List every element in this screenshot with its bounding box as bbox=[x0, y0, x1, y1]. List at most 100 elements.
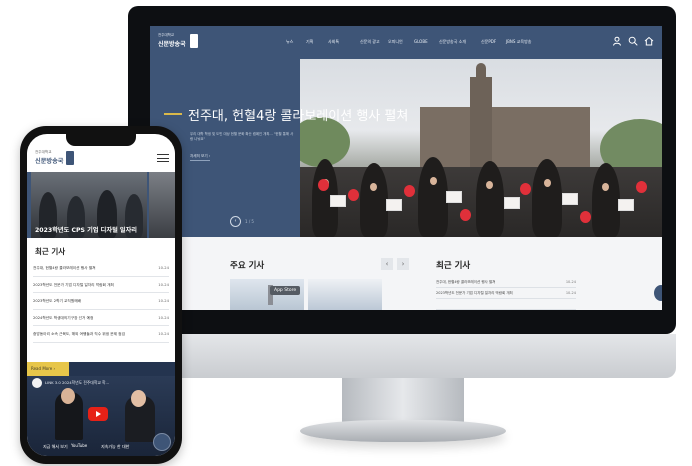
desktop-nav: 뉴스 기획 사회톡 신문의 광고 오피니언 GLOBE 신문방송국 소개 신문P… bbox=[286, 39, 544, 45]
banner-dark-strip bbox=[69, 362, 175, 376]
church-spire bbox=[476, 63, 486, 81]
user-icon[interactable] bbox=[612, 36, 622, 46]
video-caption: 지속가능 한 대한 bbox=[101, 444, 130, 449]
articles-section: 주요 기사 ‹ › App Store 최근 기사 전주대, 헌혈4랑 콜라보레… bbox=[150, 237, 662, 310]
list-item[interactable]: 전주대, 헌혈4랑 콜라보레이션 행사 펼쳐 10-24 bbox=[33, 260, 169, 277]
nav-item-about[interactable]: 신문방송국 소개 bbox=[439, 39, 481, 45]
church-building bbox=[420, 107, 590, 169]
main-articles-next-button[interactable]: › bbox=[397, 258, 409, 270]
article-title: 중앙동아리 소속 근육도, 해외 여행들과 직수 위생 문제 점검 bbox=[33, 332, 125, 336]
hero-accent-bar bbox=[164, 113, 182, 115]
person-shape bbox=[418, 157, 448, 237]
article-title: 2023학년도 전문가 기업 디자털 일자리 박람회 개최 bbox=[33, 282, 114, 287]
person-shape bbox=[360, 163, 388, 237]
watch-on-link[interactable]: 지금 해서 보기 bbox=[43, 444, 68, 450]
video-title: LINK 3.0 2024학년도 전주대학교 학... bbox=[45, 380, 110, 385]
read-more-label: Read More › bbox=[31, 366, 56, 371]
nav-item-ad[interactable]: 신문의 광고 bbox=[360, 39, 388, 45]
desktop-logo[interactable]: 전주대학교 신문방송국 bbox=[158, 33, 202, 51]
article-date: 10-24 bbox=[158, 315, 169, 320]
presenter-woman-face bbox=[131, 390, 146, 407]
search-icon[interactable] bbox=[628, 36, 638, 46]
logo-station-name: 신문방송국 bbox=[35, 158, 64, 165]
read-more-banner[interactable]: Read More › bbox=[27, 362, 175, 376]
list-item[interactable]: 중앙동아리 소속 근육도, 해외 여행들과 직수 위생 문제 점검 10-24 bbox=[33, 326, 169, 343]
main-article-thumb[interactable] bbox=[308, 279, 382, 310]
nav-item-news[interactable]: 뉴스 bbox=[286, 39, 306, 45]
list-item[interactable]: 2023학년도 2학기 교직원예배 10-24 bbox=[33, 293, 169, 310]
article-title: 2024학년도 학생대의기구장 선거 예정 bbox=[33, 315, 94, 320]
hero-photo[interactable] bbox=[300, 59, 662, 237]
cheer-sign bbox=[504, 197, 520, 209]
monitor-stand-neck bbox=[342, 378, 464, 422]
cheer-sign bbox=[330, 195, 346, 207]
mobile-header: 전주대학교 신문방송국 bbox=[27, 146, 175, 172]
heart-balloon bbox=[318, 179, 329, 191]
hero-section: 전주대, 헌혈4랑 콜라보레이션 행사 펼쳐 우리 대학 학생 및 도민 대상 … bbox=[150, 59, 662, 237]
youtube-video[interactable]: LINK 3.0 2024학년도 전주대학교 학... 지금 해서 보기 You… bbox=[27, 376, 175, 456]
nav-item-globe[interactable]: GLOBE bbox=[414, 39, 439, 45]
mobile-recent-list: 전주대, 헌혈4랑 콜라보레이션 행사 펼쳐 10-24 2023학년도 전문가… bbox=[33, 260, 169, 343]
heart-balloon bbox=[460, 209, 471, 221]
nav-item-feature[interactable]: 기획 bbox=[306, 39, 328, 45]
home-icon[interactable] bbox=[644, 36, 654, 46]
church-tower bbox=[470, 77, 492, 167]
desktop-header: 전주대학교 신문방송국 뉴스 기획 사회톡 신문의 광고 오피니언 GLOBE … bbox=[150, 26, 662, 59]
recent-articles-heading: 최근 기사 bbox=[436, 261, 471, 271]
article-date: 10-24 bbox=[565, 291, 576, 295]
mobile-hero-photo-next bbox=[149, 172, 175, 238]
nav-item-opinion[interactable]: 오피니언 bbox=[388, 39, 414, 45]
mobile-hero[interactable]: 2023학년도 CPS 기업 디자털 일자리 bbox=[27, 172, 175, 238]
article-date: 10-24 bbox=[158, 266, 169, 270]
header-icons bbox=[612, 36, 654, 46]
pager-count: 1 / 5 bbox=[245, 219, 254, 224]
nav-item-pdf[interactable]: 신문PDF bbox=[481, 39, 506, 45]
article-title: 2023학년도 전문가 기업 디자털 일자리 박람회 개최 bbox=[436, 291, 513, 295]
floating-action-button[interactable] bbox=[153, 433, 171, 451]
heart-balloon bbox=[636, 181, 647, 193]
hero-subtitle: 우리 대학 학생 및 도민 대상 헌혈 문화 확산 캠페인 개최… "헌혈 통해… bbox=[190, 132, 294, 141]
hamburger-menu-icon[interactable] bbox=[157, 154, 169, 162]
person-shape bbox=[532, 159, 562, 237]
article-date: 10-24 bbox=[158, 332, 169, 336]
main-articles-prev-button[interactable]: ‹ bbox=[381, 258, 393, 270]
logo-mark-icon bbox=[66, 151, 74, 165]
mobile-logo[interactable]: 전주대학교 신문방송국 bbox=[35, 150, 77, 168]
logo-station-name: 신문방송국 bbox=[158, 41, 186, 48]
hero-more-link[interactable]: 자세히 보기 › bbox=[190, 154, 211, 161]
youtube-play-icon[interactable] bbox=[88, 407, 108, 421]
list-item[interactable]: 2023학년도 전문가 기업 디자털 일자리 박람회 개최 10-24 bbox=[33, 277, 169, 293]
presenter-man-face bbox=[61, 388, 75, 404]
face-shape bbox=[602, 183, 609, 191]
mobile-hero-title: 2023학년도 CPS 기업 디자털 일자리 bbox=[35, 227, 137, 234]
heart-balloon bbox=[404, 185, 415, 197]
pager-prev-button[interactable]: ‹ bbox=[230, 216, 241, 227]
cheer-sign bbox=[562, 193, 578, 205]
list-item[interactable]: 2023학년도 전문가 기업 디자털 일자리 박람회 개최 10-24 bbox=[436, 288, 576, 299]
main-articles-arrows: ‹ › bbox=[381, 258, 409, 270]
heart-balloon bbox=[348, 189, 359, 201]
face-shape bbox=[544, 179, 551, 187]
article-date: 10-24 bbox=[158, 299, 169, 303]
article-title: 2023학년도 2학기 교직원예배 bbox=[33, 299, 81, 303]
mobile-recent-heading: 최근 기사 bbox=[35, 247, 66, 256]
app-store-badge[interactable]: App Store bbox=[270, 286, 301, 295]
recent-articles-list: 전주대, 헌혈4랑 콜라보레이션 행사 펼쳐 10-24 2023학년도 전문가… bbox=[436, 277, 576, 310]
youtube-logo[interactable]: YouTube bbox=[71, 443, 87, 448]
monitor-stand-base bbox=[300, 420, 506, 442]
floating-side-button[interactable] bbox=[654, 285, 662, 301]
list-item[interactable]: 전주대, 헌혈4랑 콜라보레이션 행사 펼쳐 10-24 bbox=[436, 277, 576, 288]
article-date: 10-24 bbox=[158, 282, 169, 287]
nav-item-society[interactable]: 사회톡 bbox=[328, 39, 360, 45]
face-shape bbox=[370, 183, 377, 191]
hero-title[interactable]: 전주대, 헌혈4랑 콜라보레이션 행사 펼쳐 bbox=[188, 105, 408, 124]
mobile-screen: 전주대학교 신문방송국 2023학년도 CPS 기업 디자털 일자리 최근 기사… bbox=[27, 134, 175, 456]
phone-notch bbox=[66, 133, 136, 146]
nav-item-jbns[interactable]: JBNS 교육방송 bbox=[506, 39, 544, 45]
desktop-screen: 전주대학교 신문방송국 뉴스 기획 사회톡 신문의 광고 오피니언 GLOBE … bbox=[150, 26, 662, 310]
hero-pager: ‹ 1 / 5 bbox=[230, 216, 254, 227]
heart-balloon bbox=[520, 183, 531, 195]
list-item[interactable] bbox=[436, 299, 576, 310]
list-item[interactable]: 2024학년도 학생대의기구장 선거 예정 10-24 bbox=[33, 310, 169, 326]
channel-avatar bbox=[32, 378, 42, 388]
